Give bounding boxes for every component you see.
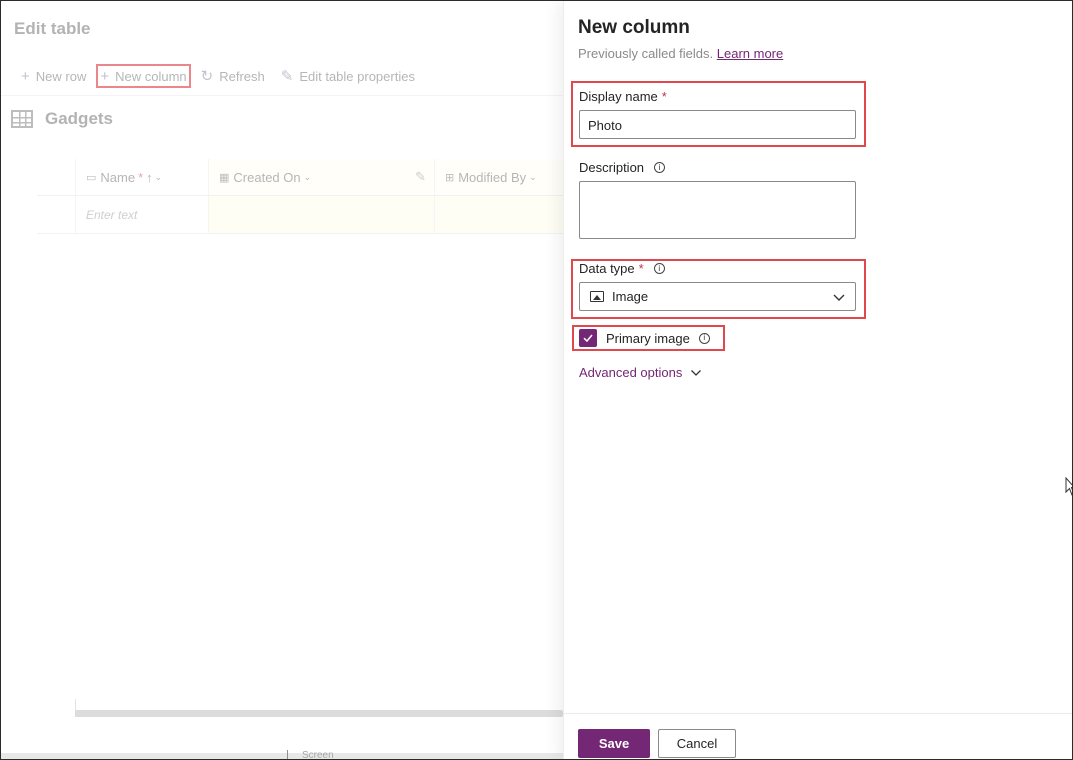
new-column-button[interactable]: + New column: [96, 64, 191, 88]
new-column-label: New column: [115, 68, 187, 84]
pencil-icon: ✎: [280, 68, 294, 85]
text-field-icon: ▭: [86, 171, 97, 184]
grid-header: ▭ Name * ↑ ⌄ ▦ Created On ⌄ ✎ ⊞ Modified…: [37, 159, 563, 196]
display-name-value: Photo: [588, 118, 622, 133]
table-name: Gadgets: [45, 109, 114, 128]
new-row-button[interactable]: + New row: [15, 64, 92, 88]
display-name-label-text: Display name: [579, 89, 658, 104]
refresh-label: Refresh: [219, 68, 265, 84]
data-type-label-text: Data type: [579, 261, 635, 276]
image-icon: [590, 291, 604, 302]
display-name-label: Display name *: [579, 89, 667, 104]
panel-title: New column: [578, 17, 690, 38]
description-label-text: Description: [579, 160, 645, 175]
toolbar: + New row + New column ↻ Refresh ✎ Edit …: [15, 63, 425, 89]
display-name-input[interactable]: Photo: [579, 110, 856, 139]
name-cell[interactable]: Enter text: [75, 196, 208, 233]
mouse-cursor-icon: [1065, 477, 1072, 496]
save-button[interactable]: Save: [578, 729, 650, 758]
primary-image-label: Primary image: [606, 330, 690, 346]
lookup-icon: ⊞: [445, 171, 455, 184]
info-icon[interactable]: i: [654, 162, 666, 173]
info-icon[interactable]: i: [698, 332, 710, 344]
column-created-on-label: Created On: [233, 169, 301, 185]
description-label: Description i: [579, 160, 666, 175]
checkmark-icon: [583, 334, 593, 343]
row-selector: [37, 196, 75, 233]
table-heading: Gadgets: [11, 109, 113, 129]
cancel-button[interactable]: Cancel: [658, 729, 736, 758]
chevron-down-icon: ⌄: [529, 171, 537, 182]
calendar-icon: ▦: [219, 171, 230, 184]
data-type-label: Data type * i: [579, 261, 665, 276]
required-star: *: [638, 261, 644, 276]
refresh-icon: ↻: [200, 68, 214, 85]
chevron-down-icon: [833, 294, 845, 301]
sort-ascending-icon: ↑: [146, 169, 153, 185]
description-textarea[interactable]: [579, 181, 856, 239]
table-editor-background: Edit table + New row + New column ↻ Refr…: [1, 1, 563, 759]
refresh-button[interactable]: ↻ Refresh: [195, 64, 271, 88]
advanced-options-toggle[interactable]: Advanced options: [579, 365, 702, 380]
app-window: Edit table + New row + New column ↻ Refr…: [0, 0, 1073, 760]
name-placeholder: Enter text: [86, 207, 138, 222]
page-title: Edit table: [14, 19, 91, 38]
primary-image-row: Primary image i: [579, 329, 710, 347]
chevron-down-icon: ⌄: [303, 171, 312, 182]
horizontal-scrollbar[interactable]: [75, 710, 563, 717]
edit-table-properties-button[interactable]: ✎ Edit table properties: [275, 64, 421, 88]
locked-edit-icon: ✎: [415, 169, 426, 184]
edit-table-properties-label: Edit table properties: [299, 68, 415, 84]
column-name-label: Name: [100, 169, 136, 185]
column-header-name[interactable]: ▭ Name * ↑ ⌄: [75, 159, 208, 195]
bottom-bar: [1, 753, 563, 759]
created-on-cell: [208, 196, 434, 233]
table-row: Enter text: [37, 196, 563, 234]
primary-image-checkbox[interactable]: [579, 329, 597, 347]
column-modified-by-label: Modified By: [458, 169, 527, 185]
footer-divider: [564, 713, 1072, 714]
chevron-down-icon: [691, 369, 702, 376]
info-icon[interactable]: i: [653, 263, 665, 274]
required-star: *: [661, 89, 667, 104]
learn-more-link[interactable]: Learn more: [717, 46, 783, 61]
row-selector-header: [37, 159, 75, 195]
new-row-label: New row: [35, 68, 87, 84]
toolbar-divider: [1, 95, 563, 96]
plus-icon: +: [100, 67, 110, 85]
plus-icon: +: [21, 67, 30, 85]
column-header-modified-by[interactable]: ⊞ Modified By ⌄: [434, 159, 563, 195]
panel-subtitle: Previously called fields. Learn more: [578, 46, 783, 61]
table-icon: [11, 110, 33, 128]
panel-subtitle-text: Previously called fields.: [578, 46, 714, 61]
data-grid: ▭ Name * ↑ ⌄ ▦ Created On ⌄ ✎ ⊞ Modified…: [37, 159, 563, 234]
screen-label: Screen: [287, 750, 334, 759]
column-header-created-on[interactable]: ▦ Created On ⌄ ✎: [208, 159, 434, 195]
data-type-value: Image: [612, 289, 649, 304]
modified-by-cell: [434, 196, 563, 233]
chevron-down-icon: ⌄: [154, 171, 163, 182]
data-type-dropdown[interactable]: Image: [579, 282, 856, 311]
new-column-panel: New column Previously called fields. Lea…: [563, 1, 1072, 759]
advanced-options-label: Advanced options: [579, 365, 683, 380]
required-star: *: [138, 169, 144, 185]
